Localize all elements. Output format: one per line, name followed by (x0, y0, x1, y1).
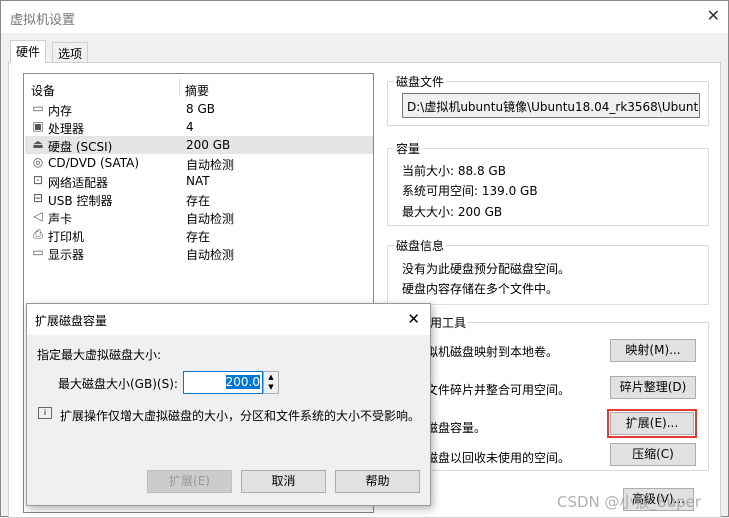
device-summary: 4 (186, 120, 194, 134)
device-row[interactable]: ⊟ USB 控制器 存在 (25, 190, 373, 208)
info-icon: i (38, 407, 52, 419)
device-name: 网络适配器 (48, 176, 109, 190)
harddisk-icon: ⏏ (32, 137, 44, 151)
device-summary: 存在 (186, 194, 211, 208)
dialog-title: 扩展磁盘容量 (35, 314, 108, 328)
disk-info-label: 磁盘信息 (394, 237, 447, 254)
usb-icon: ⊟ (32, 191, 44, 205)
device-row[interactable]: ◁ 声卡 自动检测 (25, 208, 373, 226)
dialog-help-button[interactable]: 帮助 (335, 470, 420, 493)
expand-button[interactable]: 扩展(E)... (610, 412, 694, 435)
device-row[interactable]: ⎙ 打印机 存在 (25, 226, 373, 244)
device-summary: 存在 (186, 230, 211, 244)
device-row[interactable]: ◎ CD/DVD (SATA) 自动检测 (25, 154, 373, 172)
device-row[interactable]: ▭ 显示器 自动检测 (25, 244, 373, 262)
device-name: 显示器 (48, 248, 85, 262)
cd-icon: ◎ (32, 155, 44, 169)
dialog-info-text: 扩展操作仅增大虚拟磁盘的大小，分区和文件系统的大小不受影响。 (60, 409, 421, 423)
capacity-group: 容量 当前大小: 88.8 GB 系统可用空间: 139.0 GB 最大大小: … (387, 140, 709, 226)
device-summary: 200 GB (186, 138, 231, 152)
close-icon[interactable]: ✕ (707, 6, 720, 25)
speaker-icon: ◁ (33, 209, 43, 223)
expand-description: 磁盘容量。 (426, 421, 487, 435)
defragment-button[interactable]: 碎片整理(D) (610, 376, 696, 399)
max-size-spinner[interactable]: ▲ ▼ (263, 371, 279, 394)
network-icon: ⊡ (32, 173, 44, 187)
device-row[interactable]: ▭ 内存 8 GB (25, 100, 373, 118)
dialog-close-icon[interactable]: ✕ (407, 310, 420, 328)
map-description: 拟机磁盘映射到本地卷。 (426, 345, 559, 359)
device-summary: 自动检测 (186, 158, 235, 172)
disk-info-line1: 没有为此硬盘预分配磁盘空间。 (402, 262, 571, 276)
tab-hardware[interactable]: 硬件 (10, 40, 47, 63)
expand-disk-dialog: 扩展磁盘容量 ✕ 指定最大虚拟磁盘大小: 最大磁盘大小(GB)(S): 200.… (26, 303, 431, 506)
column-header-summary[interactable]: 摘要 (185, 82, 209, 99)
max-size-input[interactable]: 200.0 (183, 371, 263, 394)
device-row[interactable]: ⊡ 网络适配器 NAT (25, 172, 373, 190)
disk-file-path-field[interactable]: D:\虚拟机ubuntu镜像\Ubuntu18.04_rk3568\Ubuntu (402, 93, 700, 118)
max-size-label: 最大磁盘大小(GB)(S): (58, 377, 178, 391)
current-size: 当前大小: 88.8 GB (402, 164, 506, 178)
device-name: 声卡 (48, 212, 73, 226)
device-summary: 自动检测 (186, 212, 235, 226)
disk-info-group: 磁盘信息 没有为此硬盘预分配磁盘空间。 硬盘内容存储在多个文件中。 (387, 237, 709, 305)
disk-info-line2: 硬盘内容存储在多个文件中。 (402, 282, 559, 296)
device-name: 内存 (48, 104, 73, 118)
spin-down-icon[interactable]: ▼ (264, 382, 278, 392)
device-name: USB 控制器 (48, 194, 113, 208)
dialog-prompt: 指定最大虚拟磁盘大小: (37, 348, 162, 362)
device-summary: 8 GB (186, 102, 215, 116)
max-size-value: 200.0 (225, 375, 260, 389)
cpu-icon: ▣ (32, 119, 44, 133)
device-name: 处理器 (48, 122, 85, 136)
tab-options[interactable]: 选项 (52, 42, 89, 63)
watermark: CSDN @小猴_Super (557, 493, 701, 511)
printer-icon: ⎙ (33, 227, 43, 241)
monitor-icon: ▭ (32, 245, 44, 259)
device-name: 打印机 (48, 230, 85, 244)
title-bar: 虚拟机设置 ✕ (1, 1, 728, 33)
column-header-device[interactable]: 设备 (31, 82, 55, 99)
available-space: 系统可用空间: 139.0 GB (402, 184, 538, 198)
device-row[interactable]: ▣ 处理器 4 (25, 118, 373, 136)
disk-file-group: 磁盘文件 D:\虚拟机ubuntu镜像\Ubuntu18.04_rk3568\U… (387, 73, 709, 126)
dialog-title-bar: 扩展磁盘容量 ✕ (27, 304, 430, 335)
device-summary: NAT (186, 174, 210, 188)
dialog-cancel-button[interactable]: 取消 (241, 470, 326, 493)
window-title: 虚拟机设置 (10, 13, 76, 28)
map-button[interactable]: 映射(M)... (610, 339, 696, 362)
capacity-label: 容量 (394, 140, 423, 157)
compact-button[interactable]: 压缩(C) (610, 443, 696, 466)
disk-file-label: 磁盘文件 (394, 73, 447, 90)
defragment-description: 文件碎片并整合可用空间。 (426, 383, 571, 397)
disk-utilities-label: 用工具 (428, 314, 469, 331)
spin-up-icon[interactable]: ▲ (264, 372, 278, 382)
dialog-expand-button[interactable]: 扩展(E) (147, 470, 232, 493)
compact-description: 磁盘以回收未使用的空间。 (426, 451, 571, 465)
device-name: 硬盘 (SCSI) (48, 140, 113, 154)
device-row[interactable]: ⏏ 硬盘 (SCSI) 200 GB (25, 136, 373, 154)
device-summary: 自动检测 (186, 248, 235, 262)
memory-icon: ▭ (32, 101, 44, 115)
disk-utilities-group: 用工具 拟机磁盘映射到本地卷。 映射(M)... 文件碎片并整合可用空间。 碎片… (387, 314, 709, 471)
max-size: 最大大小: 200 GB (402, 205, 503, 219)
device-name: CD/DVD (SATA) (48, 156, 140, 170)
